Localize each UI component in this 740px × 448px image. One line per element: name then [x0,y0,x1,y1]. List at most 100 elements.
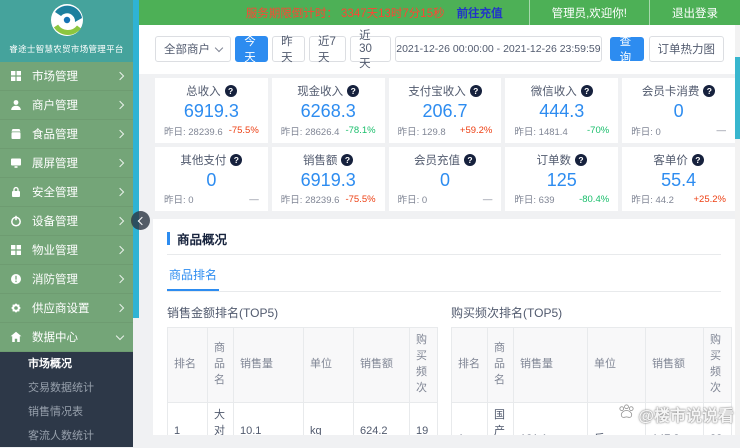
help-icon[interactable]: ? [341,153,354,166]
logo-block: 睿途士智慧农贸市场管理平台 [0,0,133,62]
stat-value: 444.3 [539,101,585,121]
query-button[interactable]: 查询 [609,36,645,64]
tab-product-ranking[interactable]: 商品排名 [167,263,220,292]
home-icon [10,331,24,343]
chevron-right-icon [115,100,125,110]
section-header: 商品概况 [167,229,721,256]
stat-card-avg-order-value: 客单价? 55.4 昨日: 44.2 +25.2% [622,146,735,212]
sidebar-item-security[interactable]: 安全管理 [0,178,133,207]
help-icon[interactable]: ? [580,85,593,97]
stat-value: 0 [673,101,684,121]
stat-value: 206.7 [422,101,468,121]
submenu-item-trade-stats[interactable]: 交易数据统计 [0,376,133,400]
service-countdown: 服务期限倒计时： 3347天13时7分15秒 [245,7,445,20]
gear-icon [10,302,24,314]
chevron-right-icon [115,216,125,226]
stat-card-alipay-income: 支付宝收入? 206.7 昨日: 129.8 +59.2% [388,78,502,143]
help-icon[interactable]: ? [230,153,243,166]
table-row: 1 大对虾 10.1 kg 624.2 19 [167,402,438,435]
stat-prev: 昨日: 28239.6 [164,126,223,138]
chevron-right-icon [115,129,125,139]
datacenter-submenu: 市场概况 交易数据统计 销售情况表 客流人数统计 [0,352,133,447]
chevron-right-icon [115,245,125,255]
sidebar-item-merchant[interactable]: 商户管理 [0,91,133,120]
table-row: 1 国产水果 121.1 斤 147.8 32 [451,402,732,435]
help-icon[interactable]: ? [575,153,588,166]
chevron-down-icon [115,331,125,340]
topbar: 服务期限倒计时： 3347天13时7分15秒 前往充值 管理员,欢迎你! 退出登… [139,0,740,25]
sidebar-item-market[interactable]: 市场管理 [0,62,133,91]
range-button-7days[interactable]: 近7天 [309,36,347,64]
stat-card-wechat-income: 微信收入? 444.3 昨日: 1481.4 -70% [505,78,619,143]
sidebar-item-fire[interactable]: 消防管理 [0,265,133,294]
sales-amount-ranking-table: 销售金额排名(TOP5) 排名 商品名 销售量 单位 销售额 购买频次 1 大对… [167,300,438,435]
logout-button[interactable]: 退出登录 [649,0,740,25]
help-icon[interactable]: ? [224,85,237,97]
stat-delta: +59.2% [459,125,493,137]
date-range-input[interactable]: 2021-12-26 00:00:00 - 2021-12-26 23:59:5… [395,36,602,62]
stat-card-total-income: 总收入? 6919.3 昨日: 28239.6 -75.5% [155,78,268,143]
sidebar-collapse-button[interactable] [131,211,150,230]
range-button-today[interactable]: 今天 [235,36,269,64]
food-icon [10,128,24,140]
stat-prev: 昨日: 129.8 [397,126,446,138]
alert-icon [10,273,24,285]
stat-card-sales-amount: 销售额? 6919.3 昨日: 28239.6 -75.5% [271,146,385,212]
submenu-item-visitor-stats[interactable]: 客流人数统计 [0,424,133,448]
recharge-link[interactable]: 前往充值 [457,5,503,21]
chevron-right-icon [115,158,125,168]
stat-prev: 昨日: 28239.6 [280,195,340,207]
lock-icon [10,186,24,198]
stat-prev: 昨日: 0 [631,126,661,138]
stat-prev: 昨日: 28626.4 [280,126,340,138]
sidebar-item-property[interactable]: 物业管理 [0,236,133,265]
page-scrollbar[interactable] [735,25,740,435]
sidebar-item-screen[interactable]: 展屏管理 [0,149,133,178]
merchant-select[interactable]: 全部商户 [155,36,232,62]
property-icon [10,244,24,256]
help-icon[interactable]: ? [703,85,716,97]
purchase-frequency-ranking-table: 购买频次排名(TOP5) 排名 商品名 销售量 单位 销售额 购买频次 国产 [451,300,732,435]
chevron-right-icon [115,187,125,197]
stat-prev: 昨日: 0 [164,195,194,207]
submenu-item-sales-report[interactable]: 销售情况表 [0,400,133,424]
help-icon[interactable]: ? [691,153,704,166]
chevron-right-icon [115,303,125,313]
chevron-left-icon [137,216,146,225]
stat-delta: -75.5% [345,193,376,205]
stat-card-membercard-spend: 会员卡消费? 0 昨日: 0— [622,78,735,143]
section-title: 商品概况 [177,233,228,248]
stat-value: 55.4 [661,169,697,190]
stat-cards-grid: 总收入? 6919.3 昨日: 28239.6 -75.5% 现金收入? 6268… [155,78,735,212]
stat-value: 0 [206,169,217,190]
sidebar-scrollbar[interactable] [133,0,139,318]
submenu-item-market-overview[interactable]: 市场概况 [0,352,133,376]
grid-icon [10,70,24,82]
merchant-icon [10,99,24,111]
filter-bar: 全部商户 今天 昨天 近7天 近30天 2021-12-26 00:00:00 … [139,25,740,74]
stat-delta: — [482,193,493,205]
help-icon[interactable]: ? [463,153,476,166]
chevron-right-icon [115,274,125,284]
stat-card-other-payment: 其他支付? 0 昨日: 0— [155,146,268,212]
power-icon [10,215,24,227]
stat-delta: -75.5% [228,125,259,137]
sidebar-item-device[interactable]: 设备管理 [0,207,133,236]
app-logo-icon [49,4,85,42]
range-button-yesterday[interactable]: 昨天 [272,36,306,64]
sidebar-item-food[interactable]: 食品管理 [0,120,133,149]
stat-delta: -70% [587,125,610,137]
page-scrollbar-thumb[interactable] [735,57,740,139]
order-heatmap-button[interactable]: 订单热力图 [648,36,724,62]
help-icon[interactable]: ? [469,85,482,97]
range-button-30days[interactable]: 近30天 [350,30,392,70]
sidebar-item-datacenter[interactable]: 数据中心 [0,323,133,352]
help-icon[interactable]: ? [347,85,360,97]
section-accent-bar [167,232,170,246]
tab-row: 商品排名 [167,263,721,293]
stat-value: 6268.3 [300,101,356,121]
stat-prev: 昨日: 639 [514,195,555,207]
sidebar-item-supplier[interactable]: 供应商设置 [0,294,133,323]
product-overview-panel: 商品概况 商品排名 销售金额排名(TOP5) 排名 商品名 销售量 单位 销售额 [153,219,735,435]
stat-card-cash-income: 现金收入? 6268.3 昨日: 28626.4 -78.1% [271,78,385,143]
